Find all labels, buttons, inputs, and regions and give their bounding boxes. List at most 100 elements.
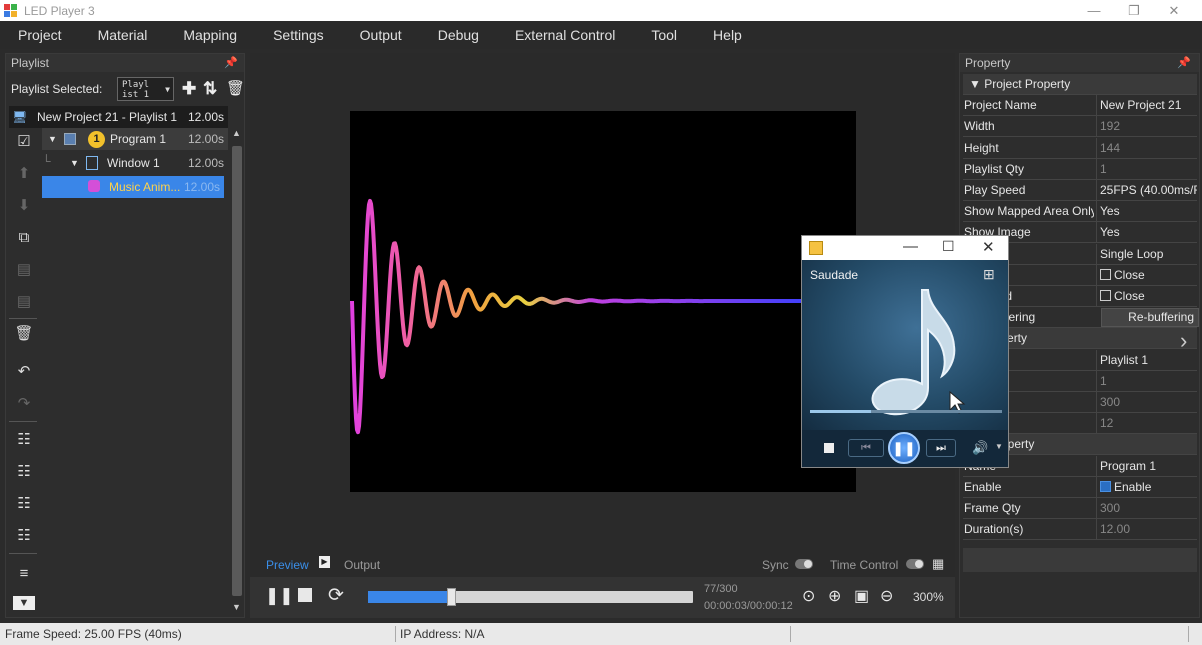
zoom-out-icon[interactable]: ⊖ [880,586,893,606]
property-value-text: Close [1114,267,1145,282]
delete-icon[interactable]: 🗑 [226,79,245,97]
list-grid-icon[interactable]: ☷ [13,494,35,514]
tree-item-window[interactable]: └ ▼ Window 1 12.00s [42,152,228,174]
playlist-select[interactable]: Playl ist 1 ▼ [117,77,174,101]
calendar-icon[interactable]: ▦ [932,556,944,572]
tab-preview[interactable]: Preview [266,558,309,572]
undo-icon[interactable]: ↶ [13,362,35,382]
menu-debug[interactable]: Debug [420,21,497,49]
property-value[interactable]: 12.00 [1096,519,1197,541]
pin-icon[interactable]: 📌 [224,54,238,72]
maximize-button[interactable]: ☐ [942,238,955,255]
move-up-icon[interactable]: ⬆ [13,164,35,184]
checkbox-icon[interactable] [1100,480,1111,492]
menu-tool[interactable]: Tool [633,21,695,49]
property-value-text: Playlist 1 [1100,352,1149,367]
chevron-down-icon[interactable]: ▼ [995,442,1003,451]
menu-external-control[interactable]: External Control [497,21,633,49]
volume-icon[interactable]: 🔊 [972,440,988,456]
menu-material[interactable]: Material [80,21,166,49]
tab-output[interactable]: Output [344,558,380,572]
select-all-icon[interactable]: ☑ [13,132,35,152]
expand-down-icon[interactable]: ▼ [13,596,35,610]
property-value[interactable]: Single Loop [1096,243,1197,265]
property-value-text: Program 1 [1100,458,1157,473]
sync-toggle[interactable] [795,559,813,569]
property-value[interactable]: 300 [1096,498,1197,519]
checkbox-icon[interactable] [1100,268,1111,280]
actual-size-icon[interactable]: ▣ [854,586,869,606]
time-control-toggle[interactable] [906,559,924,569]
collapse-arrow-icon[interactable]: ▼ [70,152,79,174]
minimize-button[interactable]: — [1074,0,1114,21]
menu-settings[interactable]: Settings [255,21,342,49]
property-value[interactable]: Close [1096,264,1197,286]
menu-help[interactable]: Help [695,21,760,49]
chevron-right-icon[interactable]: › [1180,328,1187,354]
tree-item-project[interactable]: 🖥 New Project 21 - Playlist 1 12.00s [9,106,228,128]
collapse-arrow-icon[interactable]: ▼ [48,128,57,150]
property-value[interactable]: 1 [1096,370,1197,392]
next-icon[interactable]: ⏭ [926,439,956,457]
property-value[interactable]: Program 1 [1096,455,1197,477]
list-delete-icon[interactable]: ☷ [13,430,35,450]
menu-mapping[interactable]: Mapping [165,21,255,49]
property-value[interactable]: 12 [1096,413,1197,435]
stop-icon[interactable] [298,588,312,602]
zoom-in-icon[interactable]: ⊕ [828,586,841,606]
property-value[interactable]: Close [1096,286,1197,307]
pause-icon[interactable]: ❚❚ [888,432,920,464]
property-value[interactable]: New Project 21 [1096,95,1197,117]
scroll-down-icon[interactable]: ▼ [232,602,241,612]
minimize-button[interactable]: — [903,238,918,255]
list-settings-icon[interactable]: ☷ [13,526,35,546]
loop-icon[interactable]: ⟳ [328,584,344,607]
scroll-up-icon[interactable]: ▲ [232,128,241,138]
property-value[interactable]: 192 [1096,116,1197,138]
menu-project[interactable]: Project [0,21,80,49]
property-row: Frame Qty 300 [963,498,1197,519]
property-value[interactable]: 25FPS (40.00ms/F) [1096,180,1197,201]
property-value[interactable]: 1 [1096,158,1197,180]
property-value[interactable]: Yes [1096,201,1197,223]
preview-canvas[interactable] [350,111,856,492]
pause-icon[interactable]: ❚❚ [265,586,294,606]
previous-icon[interactable]: ⏮ [848,439,884,457]
close-button[interactable]: ✕ [982,238,995,256]
property-value[interactable]: 144 [1096,137,1197,159]
menu-output[interactable]: Output [342,21,420,49]
media-seek-bar[interactable] [810,410,1002,413]
copy-icon[interactable]: ⧉ [13,228,35,248]
property-value[interactable]: Enable [1096,476,1197,498]
move-down-icon[interactable]: ⬇ [13,196,35,216]
property-key: Height [964,140,999,155]
close-button[interactable]: ✕ [1154,0,1194,21]
add-icon[interactable]: ✚ [182,79,196,99]
paste-after-icon[interactable]: ▤ [13,292,35,312]
tree-item-media[interactable]: Music Anim... 12.00s [42,176,224,198]
clear-icon[interactable]: 🗑 [13,324,35,344]
scrollbar-thumb[interactable] [232,146,242,596]
zoom-fit-icon[interactable]: ⊙ [802,586,815,606]
sort-icon[interactable]: ⇅ [203,79,217,99]
seek-slider[interactable] [368,588,693,606]
play-output-icon[interactable]: ▶ [319,556,330,568]
paste-icon[interactable]: ▤ [13,260,35,280]
property-value[interactable]: 300 [1096,392,1197,413]
rebuffering-button[interactable]: Re-buffering [1101,308,1199,328]
list-edit-icon[interactable]: ☷ [13,462,35,482]
playlist-scrollbar[interactable]: ▲ ▼ [230,126,244,616]
checkbox-icon[interactable] [1100,290,1111,301]
tree-item-program[interactable]: ▼ 1 Program 1 12.00s [42,128,228,150]
redo-icon[interactable]: ↷ [13,394,35,414]
property-key: Play Speed [964,183,1026,197]
pin-icon[interactable]: 📌 [1177,54,1191,72]
property-value-text: New Project 21 [1100,98,1182,113]
seek-handle[interactable] [447,588,457,606]
maximize-button[interactable]: ❐ [1114,0,1154,21]
list-more-icon[interactable]: ≡ [13,564,35,584]
property-section[interactable]: ▼ Project Property [963,74,1197,95]
switch-view-icon[interactable]: ⊞ [983,266,995,283]
stop-icon[interactable] [824,443,834,453]
property-value[interactable]: Yes [1096,222,1197,244]
